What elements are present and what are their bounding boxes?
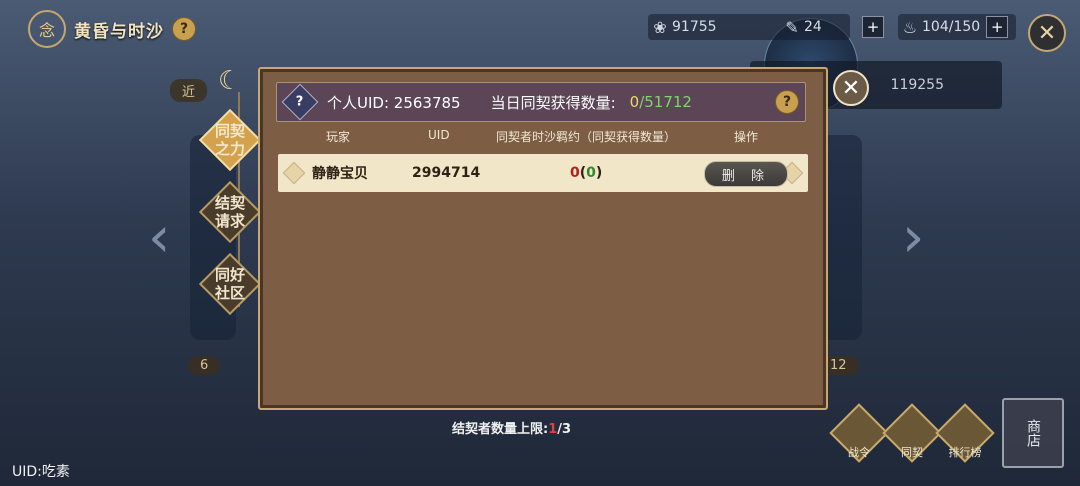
resource-feather-value: 24	[804, 19, 822, 35]
add-stamina-button[interactable]: +	[986, 16, 1009, 38]
col-player: 玩家	[326, 130, 351, 144]
background-info-value: 119255	[890, 77, 944, 93]
dialog-help-icon[interactable]: ?	[775, 90, 799, 114]
resource-drumstick: ♨ 104/150 +	[898, 14, 1016, 40]
row-value: 0(0)	[570, 165, 603, 181]
col-uid: UID	[428, 128, 450, 142]
daily-total: /51712	[639, 93, 692, 111]
rose-icon: ❀	[653, 17, 667, 37]
dialog-header-bar: ? 个人UID: 2563785 当日同契获得数量: 0 /51712 ?	[276, 82, 806, 122]
bottom-uid: UID:吃素	[12, 464, 70, 480]
leaderboard-label: 排行榜	[948, 446, 982, 459]
col-action: 操作	[734, 130, 759, 144]
row-uid: 2994714	[412, 165, 481, 181]
row-diamond-left-icon	[282, 161, 306, 185]
question-icon[interactable]: ?	[281, 83, 319, 121]
partner-limit: 结契者数量上限:1/3	[452, 422, 572, 437]
shop-button[interactable]: 商店	[1002, 398, 1064, 468]
tongqi-label: 同契	[901, 446, 923, 459]
title-text: 黄昏与时沙	[74, 21, 164, 42]
resource-feather: ✎ 24 +	[780, 14, 884, 40]
battle-pass-label: 战令	[848, 446, 870, 459]
delete-button[interactable]: 删 除	[704, 161, 788, 187]
dialog-close-button[interactable]: ✕	[833, 70, 869, 106]
feather-icon: ✎	[785, 17, 799, 37]
col-bond: 同契者时沙羁约（同契获得数量）	[496, 130, 677, 144]
row-player: 静静宝贝	[312, 166, 368, 182]
arrow-left-icon[interactable]: ‹	[148, 205, 170, 270]
personal-uid: 个人UID: 2563785	[327, 93, 461, 112]
tab-tongqi-zhili[interactable]: 同契 之力	[208, 122, 252, 158]
tab-tonghao-shequ[interactable]: 同好 社区	[208, 266, 252, 302]
tab-jieqi-qingqiu[interactable]: 结契 请求	[208, 194, 252, 230]
close-main-button[interactable]: ✕	[1028, 14, 1066, 52]
help-icon[interactable]: ?	[172, 17, 196, 41]
add-feather-button[interactable]: +	[862, 16, 884, 38]
resource-rose-value: 91755	[672, 19, 717, 35]
title-logo-icon: 念	[28, 10, 66, 48]
daily-label: 当日同契获得数量:	[490, 93, 616, 112]
arrow-right-icon[interactable]: ›	[902, 205, 924, 270]
background-left-bottom-pill: 6	[188, 356, 221, 375]
resource-drumstick-value: 104/150	[922, 19, 981, 35]
drumstick-icon: ♨	[902, 17, 918, 37]
game-title: 念 黄昏与时沙 ?	[28, 10, 196, 48]
background-left-pill[interactable]: 近	[170, 79, 208, 102]
daily-current: 0	[629, 93, 640, 111]
